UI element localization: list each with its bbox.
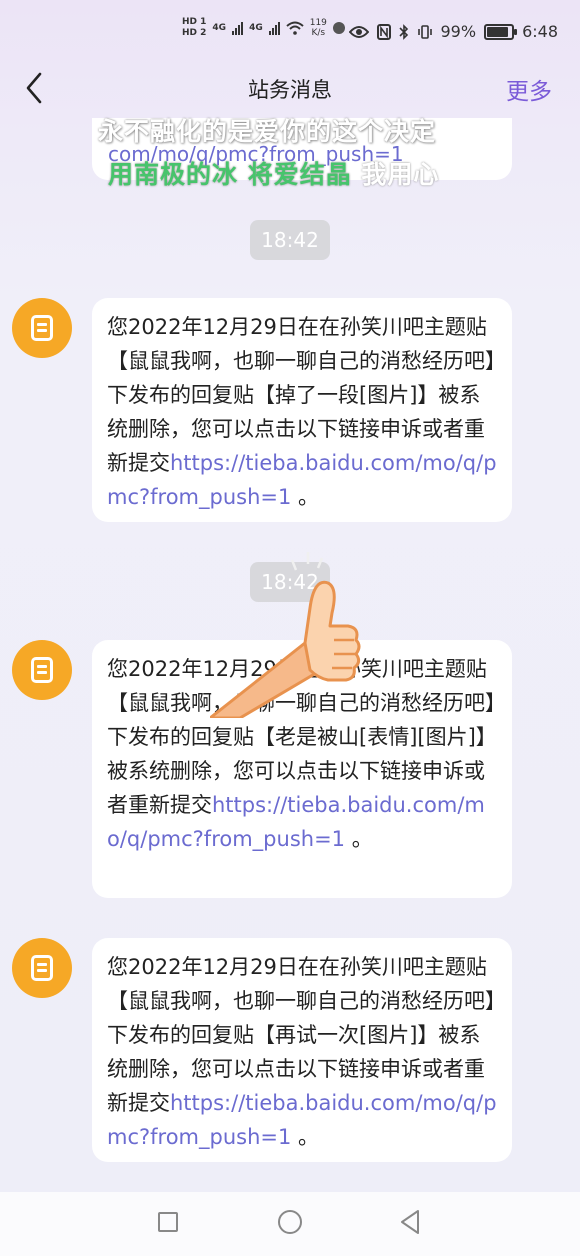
sim-indicators: HD 1 HD 2 xyxy=(182,18,206,38)
system-nav-bar xyxy=(0,1192,580,1256)
nfc-icon xyxy=(376,23,391,40)
network-1-label: 4G xyxy=(212,23,227,33)
speed-unit: K/s xyxy=(311,28,326,38)
battery-icon xyxy=(484,23,518,40)
battery-percent: 99% xyxy=(440,22,477,41)
page-title: 站务消息 xyxy=(248,78,332,102)
document-icon xyxy=(31,315,53,341)
status-right: 99% 6:48 xyxy=(348,22,558,41)
speed-value: 119 xyxy=(309,18,327,28)
eye-icon xyxy=(348,25,369,38)
timestamp: 18:42 xyxy=(250,220,330,260)
lyric-line-2: 用南极的冰 将爱结晶 我用心 xyxy=(108,155,439,191)
document-icon xyxy=(31,657,53,683)
sim-2-label: HD 2 xyxy=(182,28,207,38)
status-bar: HD 1 HD 2 4G 4G 119 K/s 99% 6:48 xyxy=(0,0,580,62)
network-2-label: 4G xyxy=(249,23,263,33)
message-tail: 。 xyxy=(345,827,373,851)
wifi-icon xyxy=(286,21,304,35)
message-tail: 。 xyxy=(291,485,320,509)
more-button[interactable]: 更多 xyxy=(506,72,552,106)
sim-1-label: HD 1 xyxy=(182,17,207,27)
network-speed: 119 K/s xyxy=(310,18,327,38)
circle-icon[interactable] xyxy=(278,1210,302,1234)
bluetooth-icon xyxy=(398,23,408,40)
signal-2-icon xyxy=(268,21,280,35)
lyric-line-1: 永不融化的是爱你的这个决定 xyxy=(98,117,437,146)
avatar xyxy=(12,298,72,358)
status-left: HD 1 HD 2 4G 4G 119 K/s xyxy=(182,18,345,38)
lyric-line-2-green: 用南极的冰 将爱结晶 xyxy=(108,160,352,189)
app-notification-icon xyxy=(332,22,345,34)
message-tail: 。 xyxy=(291,1125,320,1149)
message-bubble: 您2022年12月29日在在孙笑川吧主题贴【鼠鼠我啊，也聊一聊自己的消愁经历吧】… xyxy=(92,938,512,1162)
message-bubble: 您2022年12月29日在在孙笑川吧主题贴【鼠鼠我啊，也聊一聊自己的消愁经历吧】… xyxy=(92,298,512,522)
thumbs-up-icon xyxy=(210,552,361,718)
lyric-line-2-white: 我用心 xyxy=(351,160,440,189)
signal-1-icon xyxy=(232,21,244,35)
vibrate-icon xyxy=(417,24,432,39)
triangle-back-icon[interactable] xyxy=(398,1209,422,1235)
document-icon xyxy=(31,955,53,981)
square-icon[interactable] xyxy=(158,1212,178,1232)
avatar xyxy=(12,938,72,998)
clock: 6:48 xyxy=(522,22,558,41)
avatar xyxy=(12,640,72,700)
